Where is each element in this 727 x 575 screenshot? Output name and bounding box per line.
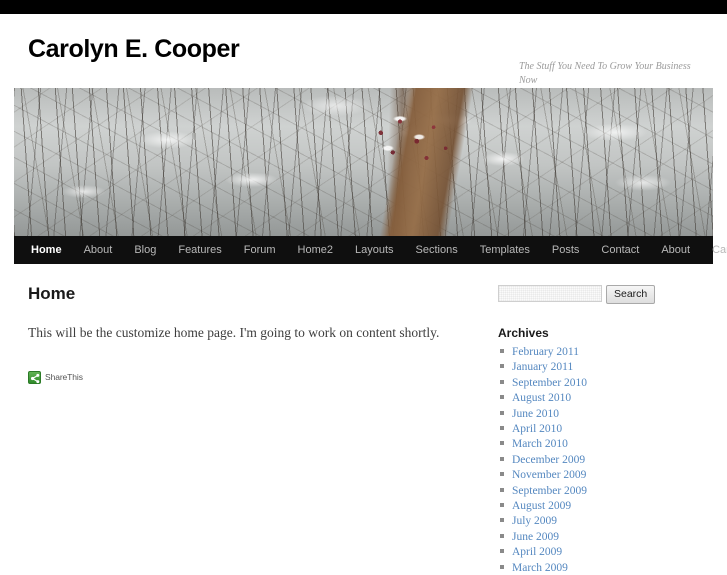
list-item[interactable]: April 2009 [498, 544, 699, 559]
archive-link[interactable]: June 2010 [512, 408, 559, 420]
list-item[interactable]: February 2011 [498, 344, 699, 359]
nav-item-contact[interactable]: Contact [590, 236, 650, 264]
archive-link[interactable]: January 2011 [512, 361, 573, 373]
sharethis-label: ShareThis [45, 372, 83, 383]
site-description: The Stuff You Need To Grow Your Business… [519, 61, 691, 86]
list-item[interactable]: March 2009 [498, 560, 699, 575]
nav-item-home[interactable]: Home [28, 236, 73, 264]
archive-link[interactable]: August 2009 [512, 500, 571, 512]
nav-item-posts[interactable]: Posts [541, 236, 591, 264]
search-input[interactable] [498, 285, 602, 302]
nav-item-sections[interactable]: Sections [405, 236, 469, 264]
archive-link[interactable]: November 2009 [512, 469, 586, 481]
archives-title: Archives [498, 326, 549, 340]
list-item[interactable]: June 2009 [498, 529, 699, 544]
banner-berries-detail [363, 108, 484, 179]
archive-link[interactable]: July 2009 [512, 515, 557, 527]
list-item[interactable]: November 2009 [498, 467, 699, 482]
content-column: Home This will be the customize home pag… [14, 284, 484, 388]
archive-link[interactable]: March 2009 [512, 562, 568, 574]
list-item[interactable]: April 2010 [498, 421, 699, 436]
main-layout: Home This will be the customize home pag… [14, 264, 713, 575]
list-item[interactable]: March 2010 [498, 436, 699, 451]
archive-link[interactable]: February 2011 [512, 346, 579, 358]
sidebar: Search Archives February 2011 January 20… [498, 285, 713, 575]
archive-link[interactable]: September 2009 [512, 485, 587, 497]
archive-link[interactable]: September 2010 [512, 377, 587, 389]
archive-link[interactable]: March 2010 [512, 438, 568, 450]
site-title[interactable]: Carolyn E. Cooper [28, 37, 240, 62]
nav-item-home2[interactable]: Home2 [287, 236, 344, 264]
search-form[interactable]: Search [498, 285, 699, 304]
nav-item-about[interactable]: About [73, 236, 124, 264]
list-item[interactable]: January 2011 [498, 359, 699, 374]
nav-item-carousel-page-template[interactable]: Carousel Page Template [701, 236, 727, 264]
search-button[interactable]: Search [606, 285, 656, 304]
list-item[interactable]: July 2009 [498, 513, 699, 528]
archive-link[interactable]: August 2010 [512, 392, 571, 404]
primary-navigation[interactable]: Home About Blog Features Forum Home2 Lay… [14, 236, 727, 264]
header-banner-image [14, 88, 713, 236]
nav-item-forum[interactable]: Forum [233, 236, 287, 264]
archive-link[interactable]: June 2009 [512, 531, 559, 543]
list-item[interactable]: September 2009 [498, 483, 699, 498]
list-item[interactable]: June 2010 [498, 406, 699, 421]
nav-item-templates[interactable]: Templates [469, 236, 541, 264]
sharethis-button[interactable]: ShareThis [28, 370, 83, 384]
nav-item-layouts[interactable]: Layouts [344, 236, 405, 264]
site-header: Carolyn E. Cooper The Stuff You Need To … [14, 14, 713, 88]
archive-link[interactable]: December 2009 [512, 454, 585, 466]
archive-link[interactable]: April 2009 [512, 546, 562, 558]
nav-item-blog[interactable]: Blog [123, 236, 167, 264]
nav-item-features[interactable]: Features [167, 236, 232, 264]
admin-bar [0, 0, 727, 14]
archives-list: February 2011 January 2011 September 201… [498, 344, 699, 575]
share-icon [28, 370, 41, 384]
list-item[interactable]: December 2009 [498, 452, 699, 467]
nav-item-about-2[interactable]: About [650, 236, 701, 264]
page-title: Home [28, 284, 76, 303]
archives-widget: Archives February 2011 January 2011 Sept… [498, 326, 699, 575]
list-item[interactable]: August 2010 [498, 390, 699, 405]
archive-link[interactable]: April 2010 [512, 423, 562, 435]
page-body-text: This will be the customize home page. I'… [28, 324, 440, 340]
list-item[interactable]: September 2010 [498, 375, 699, 390]
list-item[interactable]: August 2009 [498, 498, 699, 513]
